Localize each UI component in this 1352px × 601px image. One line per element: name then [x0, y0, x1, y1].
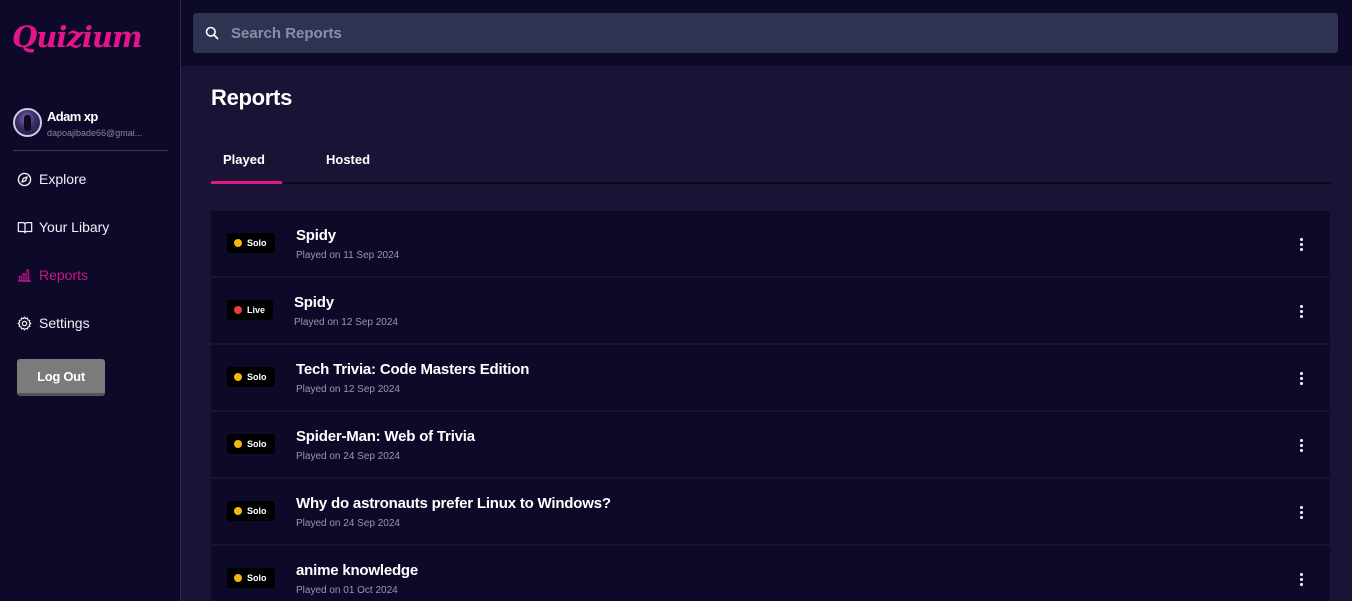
app-logo[interactable]: Quizium — [12, 20, 143, 54]
report-date: Played on 24 Sep 2024 — [296, 518, 400, 529]
sidebar-item-reports[interactable]: Reports — [16, 264, 88, 286]
avatar — [13, 108, 42, 137]
sidebar-item-label: Settings — [39, 315, 90, 331]
tab-hosted[interactable]: Hosted — [326, 152, 370, 167]
report-title: Spidy — [296, 227, 336, 244]
report-row[interactable]: Solo Spidy Played on 11 Sep 2024 — [211, 211, 1330, 276]
active-tab-indicator — [211, 181, 282, 184]
mode-label: Solo — [247, 573, 267, 583]
search-bar[interactable] — [193, 13, 1338, 53]
more-options-icon[interactable] — [1292, 503, 1310, 521]
book-icon — [16, 219, 33, 236]
search-icon — [205, 26, 219, 40]
gear-icon — [16, 315, 33, 332]
sidebar-item-library[interactable]: Your Libary — [16, 216, 109, 238]
more-options-icon[interactable] — [1292, 570, 1310, 588]
report-date: Played on 11 Sep 2024 — [296, 250, 400, 261]
report-title: Spidy — [294, 294, 334, 311]
sidebar-item-label: Reports — [39, 267, 89, 283]
report-row[interactable]: Solo anime knowledge Played on 01 Oct 20… — [211, 546, 1330, 601]
report-row[interactable]: Solo Tech Trivia: Code Masters Edition P… — [211, 345, 1330, 410]
mode-badge: Solo — [227, 233, 275, 253]
report-row[interactable]: Solo Why do astronauts prefer Linux to W… — [211, 479, 1330, 544]
mode-badge: Solo — [227, 367, 275, 387]
app-root: Quizium Adam xp dapoajibade66@gmai... Ex… — [0, 0, 1352, 601]
sidebar-item-label: Explore — [39, 171, 87, 187]
search-input[interactable] — [231, 24, 1321, 42]
mode-badge: Solo — [227, 501, 275, 521]
report-date: Played on 01 Oct 2024 — [296, 585, 398, 596]
sidebar-item-label: Your Libary — [39, 219, 110, 235]
mode-badge: Live — [227, 300, 274, 320]
report-title: anime knowledge — [296, 562, 419, 579]
report-row[interactable]: Live Spidy Played on 12 Sep 2024 — [211, 278, 1330, 343]
user-name: Adam xp — [47, 109, 98, 124]
more-options-icon[interactable] — [1292, 235, 1310, 253]
sidebar: Quizium Adam xp dapoajibade66@gmai... Ex… — [0, 0, 181, 601]
status-dot — [234, 306, 242, 314]
mode-label: Live — [247, 305, 266, 315]
user-profile[interactable]: Adam xp dapoajibade66@gmai... — [13, 107, 168, 151]
report-title: Spider-Man: Web of Trivia — [296, 428, 475, 445]
compass-icon — [16, 171, 33, 188]
report-date: Played on 12 Sep 2024 — [296, 384, 400, 395]
status-dot — [234, 373, 242, 381]
sidebar-item-explore[interactable]: Explore — [16, 168, 86, 190]
sidebar-item-settings[interactable]: Settings — [16, 312, 90, 334]
mode-label: Solo — [247, 506, 267, 516]
mode-label: Solo — [247, 372, 267, 382]
report-tabs: Played Hosted — [211, 142, 1331, 184]
user-email: dapoajibade66@gmai... — [47, 128, 143, 138]
report-date: Played on 12 Sep 2024 — [294, 317, 398, 328]
mode-label: Solo — [247, 439, 267, 449]
tab-played[interactable]: Played — [223, 152, 265, 167]
logout-button[interactable]: Log Out — [17, 359, 105, 396]
status-dot — [234, 239, 242, 247]
bar-chart-icon — [16, 267, 33, 284]
top-bar — [181, 0, 1352, 66]
more-options-icon[interactable] — [1292, 302, 1310, 320]
report-title: Why do astronauts prefer Linux to Window… — [296, 495, 611, 512]
mode-label: Solo — [247, 238, 267, 248]
main-content: Reports Played Hosted Solo Spidy Played … — [181, 66, 1352, 601]
status-dot — [234, 574, 242, 582]
status-dot — [234, 440, 242, 448]
report-row[interactable]: Solo Spider-Man: Web of Trivia Played on… — [211, 412, 1330, 477]
more-options-icon[interactable] — [1292, 369, 1310, 387]
report-list: Solo Spidy Played on 11 Sep 2024 Live Sp… — [211, 211, 1330, 601]
report-date: Played on 24 Sep 2024 — [296, 451, 400, 462]
status-dot — [234, 507, 242, 515]
mode-badge: Solo — [227, 568, 275, 588]
mode-badge: Solo — [227, 434, 275, 454]
more-options-icon[interactable] — [1292, 436, 1310, 454]
report-title: Tech Trivia: Code Masters Edition — [296, 361, 530, 378]
page-title: Reports — [211, 85, 293, 110]
